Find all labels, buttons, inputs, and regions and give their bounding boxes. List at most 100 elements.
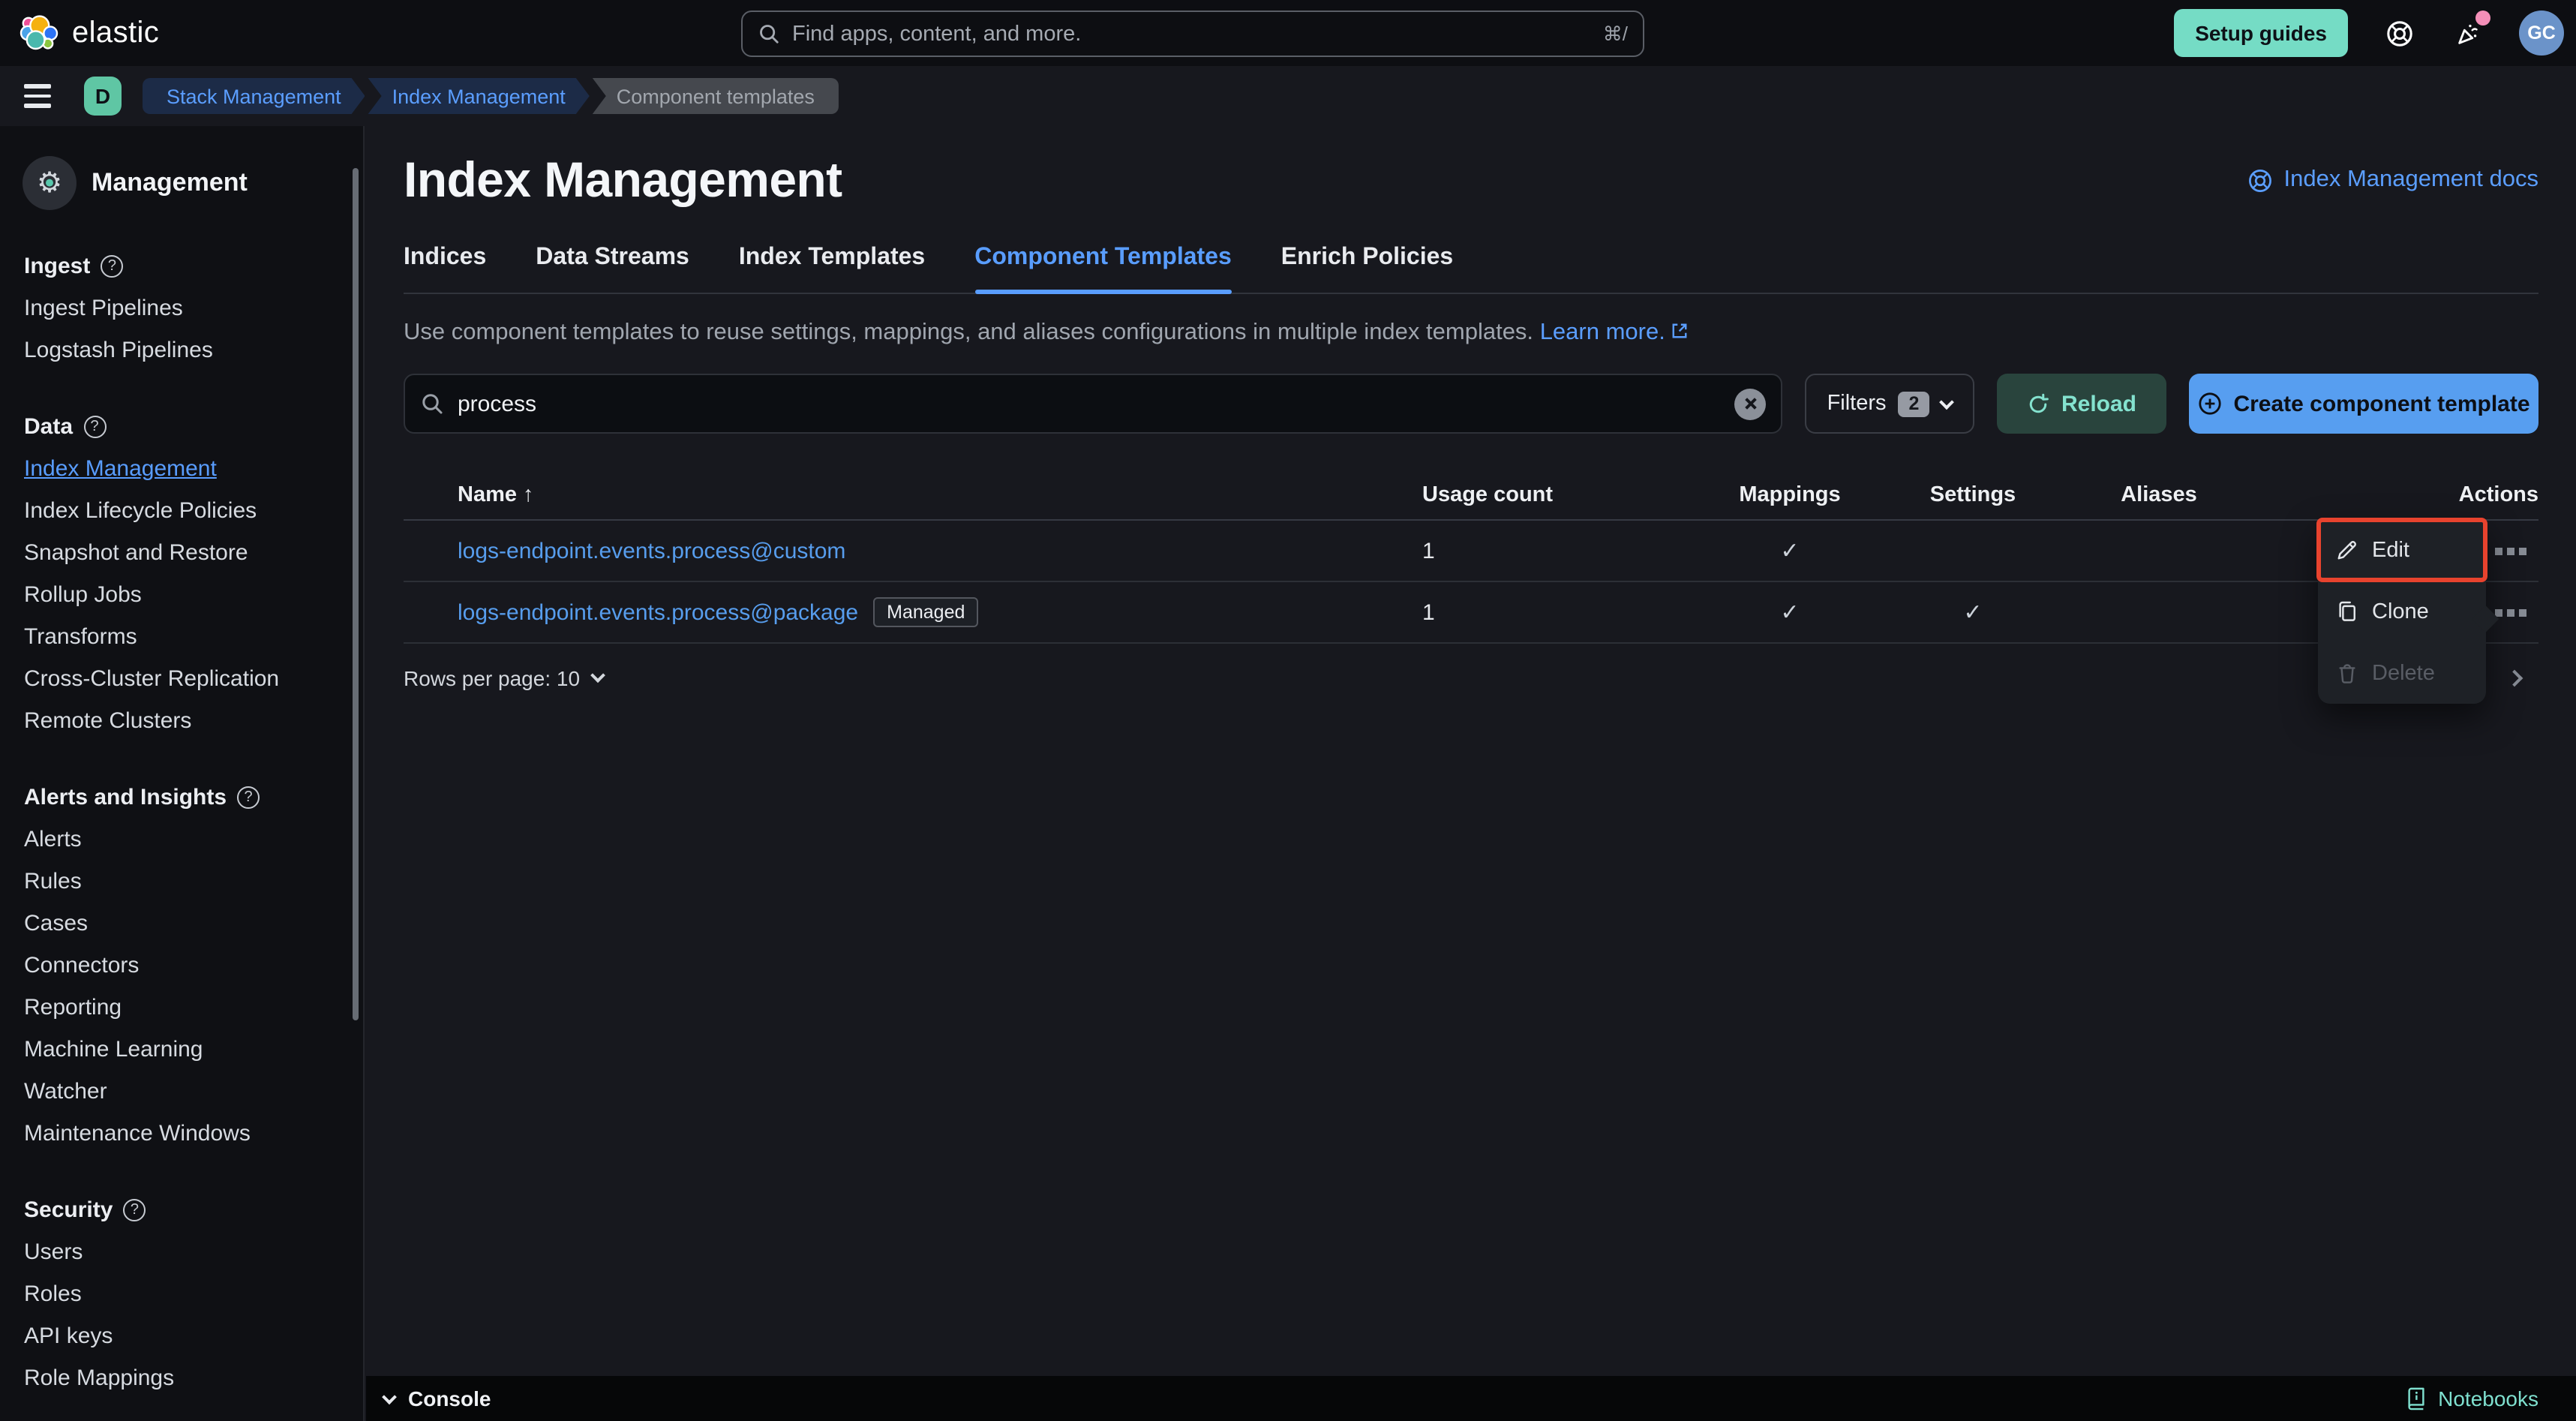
sidebar-item-maintenance-windows[interactable]: Maintenance Windows (0, 1112, 363, 1154)
sidebar-item-machine-learning[interactable]: Machine Learning (0, 1028, 363, 1070)
template-name-link[interactable]: logs-endpoint.events.process@custom (458, 538, 845, 563)
tab-data-streams[interactable]: Data Streams (536, 245, 689, 293)
trash-icon (2339, 664, 2355, 683)
sidebar-item-cross-cluster-replication[interactable]: Cross-Cluster Replication (0, 657, 363, 699)
pagination-row: Rows per page: 10 1 (404, 665, 2538, 690)
refresh-icon (2029, 392, 2049, 413)
tab-enrich-policies[interactable]: Enrich Policies (1281, 245, 1453, 293)
console-bar: Console Notebooks (366, 1376, 2576, 1421)
sidebar-section-alerts-insights: Alerts and Insights? Alerts Rules Cases … (0, 776, 363, 1154)
external-link-icon (1671, 320, 1688, 347)
sidebar-item-index-lifecycle-policies[interactable]: Index Lifecycle Policies (0, 489, 363, 531)
clear-search-button[interactable] (1734, 388, 1766, 419)
learn-more-link[interactable]: Learn more. (1540, 320, 1665, 345)
component-templates-table: Name ↑ Usage count Mappings Settings Alia… (404, 470, 2538, 690)
chevron-down-icon (1939, 394, 1955, 410)
book-icon (2408, 1387, 2424, 1410)
management-avatar: ⚙ (23, 156, 77, 210)
setup-guides-button[interactable]: Setup guides (2174, 9, 2348, 57)
copy-icon (2339, 601, 2355, 621)
global-search-placeholder: Find apps, content, and more. (792, 22, 1082, 46)
next-page-button[interactable] (2505, 668, 2523, 686)
sidebar-item-reporting[interactable]: Reporting (0, 986, 363, 1028)
sidebar-item-roles[interactable]: Roles (0, 1272, 363, 1314)
sidebar-item-watcher[interactable]: Watcher (0, 1070, 363, 1112)
pencil-icon (2337, 541, 2356, 560)
sidebar-item-alerts[interactable]: Alerts (0, 818, 363, 860)
sidebar-section-security: Security? Users Roles API keys Role Mapp… (0, 1188, 363, 1398)
breadcrumb-component-templates: Component templates (592, 78, 839, 114)
filters-button[interactable]: Filters 2 (1805, 374, 1974, 434)
search-shortcut: ⌘/ (1602, 22, 1628, 44)
menu-toggle-button[interactable] (24, 84, 51, 108)
global-search-input[interactable]: Find apps, content, and more. ⌘/ (741, 11, 1644, 57)
component-template-search-input[interactable]: process (404, 374, 1782, 434)
sidebar-title: Management (92, 168, 248, 197)
header-actions: Setup guides GC (2174, 0, 2564, 66)
column-header-settings: Settings (1929, 482, 2016, 506)
settings-check: ✓ (1963, 600, 1983, 626)
sidebar-item-rollup-jobs[interactable]: Rollup Jobs (0, 573, 363, 615)
reload-button[interactable]: Reload (1997, 374, 2166, 434)
mappings-check: ✓ (1780, 539, 1800, 564)
help-icon[interactable]: ? (83, 415, 107, 437)
help-icon[interactable]: ? (101, 254, 124, 277)
section-heading: Ingest (24, 253, 91, 278)
breadcrumb-stack-management[interactable]: Stack Management (143, 78, 365, 114)
sidebar-item-ingest-pipelines[interactable]: Ingest Pipelines (0, 287, 363, 329)
app-root: elastic Find apps, content, and more. ⌘/… (0, 0, 2576, 1421)
search-icon (760, 25, 779, 44)
sidebar-item-role-mappings[interactable]: Role Mappings (0, 1356, 363, 1398)
tab-component-templates[interactable]: Component Templates (974, 245, 1232, 294)
help-icon[interactable]: ? (237, 786, 260, 808)
sidebar-item-transforms[interactable]: Transforms (0, 615, 363, 657)
usage-count-cell: 1 (1422, 538, 1435, 563)
index-management-docs-link[interactable]: Index Management docs (2248, 167, 2538, 194)
mappings-check: ✓ (1780, 600, 1800, 626)
create-component-template-button[interactable]: Create component template (2189, 374, 2538, 434)
chevron-down-icon (382, 1389, 397, 1404)
sidebar-item-snapshot-and-restore[interactable]: Snapshot and Restore (0, 531, 363, 573)
sidebar-item-index-management[interactable]: Index Management (0, 447, 363, 489)
breadcrumb: Stack Management Index Management Compon… (143, 78, 839, 114)
search-icon (422, 394, 443, 414)
sidebar-item-cases[interactable]: Cases (0, 902, 363, 944)
console-toggle[interactable]: Console (382, 1386, 491, 1410)
filters-count-badge: 2 (1898, 391, 1930, 416)
top-header: elastic Find apps, content, and more. ⌘/… (0, 0, 2576, 66)
elastic-logo[interactable]: elastic (0, 13, 159, 53)
tab-bar: Indices Data Streams Index Templates Com… (404, 245, 2538, 294)
sidebar-item-api-keys[interactable]: API keys (0, 1314, 363, 1356)
sidebar-item-rules[interactable]: Rules (0, 860, 363, 902)
row-actions-button[interactable] (2495, 608, 2526, 616)
notebooks-button[interactable]: Notebooks (2405, 1386, 2538, 1410)
usage-count-cell: 1 (1422, 599, 1435, 625)
table-row: logs-endpoint.events.process@custom 1 ✓ (404, 521, 2538, 582)
sidebar-scrollbar[interactable] (353, 168, 359, 1020)
table-header-row: Name ↑ Usage count Mappings Settings Alia… (404, 470, 2538, 521)
template-name-link[interactable]: logs-endpoint.events.process@package (458, 599, 858, 625)
life-ring-icon (2249, 169, 2272, 191)
tab-indices[interactable]: Indices (404, 245, 486, 293)
sidebar-item-connectors[interactable]: Connectors (0, 944, 363, 986)
sidebar-item-remote-clusters[interactable]: Remote Clusters (0, 699, 363, 741)
column-header-usage-count[interactable]: Usage count (1422, 482, 1710, 506)
breadcrumb-index-management[interactable]: Index Management (368, 78, 590, 114)
sort-ascending-icon: ↑ (523, 482, 534, 506)
news-feed-button[interactable] (2450, 11, 2490, 51)
context-menu-clone[interactable]: Clone (2318, 581, 2486, 642)
user-avatar[interactable]: GC (2519, 11, 2564, 56)
tab-index-templates[interactable]: Index Templates (739, 245, 925, 293)
space-badge[interactable]: D (84, 77, 122, 116)
breadcrumb-bar: D Stack Management Index Management Comp… (0, 66, 2576, 126)
rows-per-page-select[interactable]: Rows per page: 10 (404, 665, 605, 689)
page-description: Use component templates to reuse setting… (404, 320, 2538, 347)
help-icon[interactable]: ? (123, 1198, 146, 1221)
row-actions-button[interactable] (2495, 547, 2526, 554)
context-menu-edit[interactable]: Edit (2316, 518, 2487, 582)
column-header-name[interactable]: Name ↑ (458, 482, 534, 506)
section-heading: Alerts and Insights (24, 784, 227, 810)
sidebar-item-users[interactable]: Users (0, 1230, 363, 1272)
sidebar-item-logstash-pipelines[interactable]: Logstash Pipelines (0, 329, 363, 371)
help-button[interactable] (2381, 15, 2417, 51)
